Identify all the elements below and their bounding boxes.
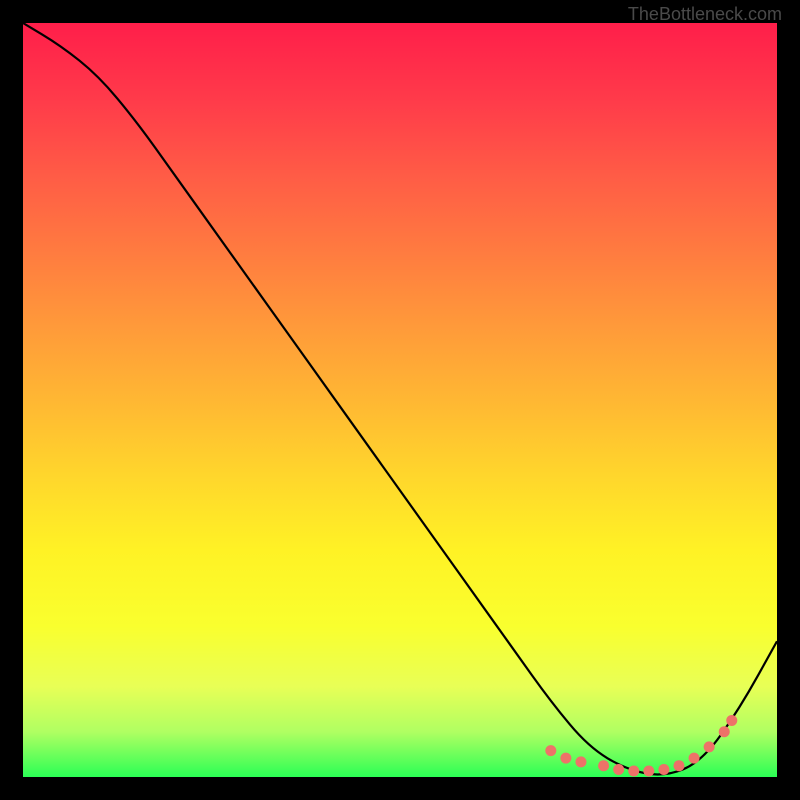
bottleneck-curve-line <box>23 23 777 774</box>
optimal-dot <box>689 753 700 764</box>
optimal-dot <box>575 756 586 767</box>
optimal-range-dots <box>545 715 737 777</box>
optimal-dot <box>673 760 684 771</box>
curve-path-group <box>23 23 777 774</box>
optimal-dot <box>598 760 609 771</box>
optimal-dot <box>658 764 669 775</box>
optimal-dot <box>613 764 624 775</box>
optimal-dot <box>704 741 715 752</box>
optimal-dot <box>628 765 639 776</box>
chart-plot-area <box>23 23 777 777</box>
optimal-dot <box>545 745 556 756</box>
bottleneck-curve-svg <box>23 23 777 777</box>
optimal-dot <box>719 726 730 737</box>
optimal-dot <box>560 753 571 764</box>
watermark-text: TheBottleneck.com <box>628 4 782 25</box>
optimal-dot <box>643 765 654 776</box>
optimal-dot <box>726 715 737 726</box>
